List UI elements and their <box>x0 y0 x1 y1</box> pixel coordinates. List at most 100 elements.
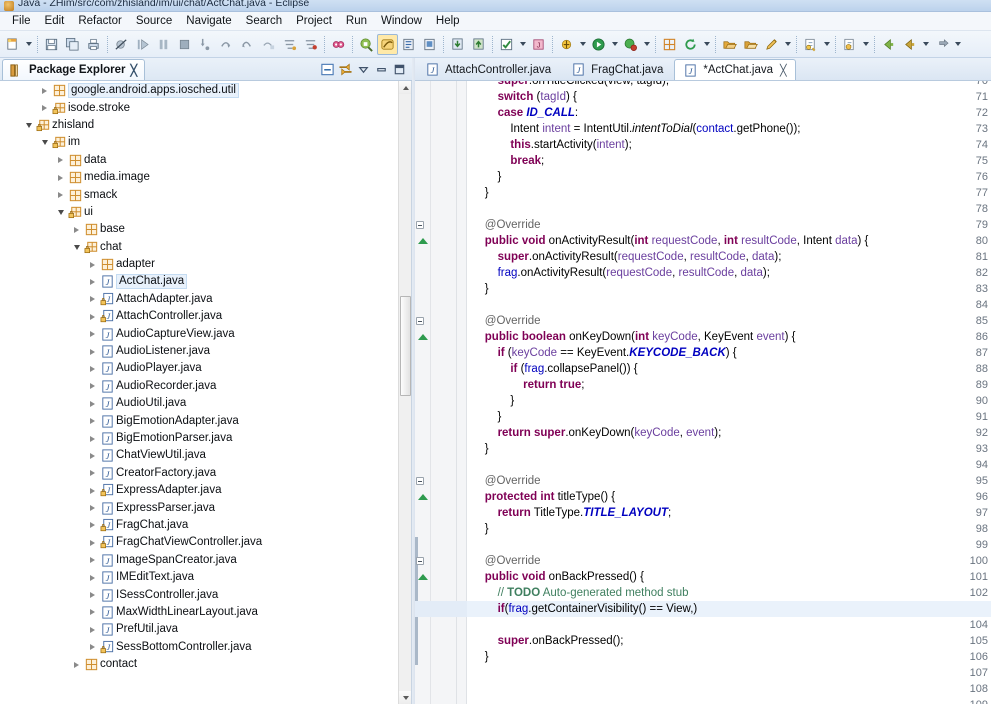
code-line[interactable] <box>467 681 991 697</box>
use-step-filters-button[interactable] <box>279 34 300 55</box>
tree-item[interactable]: J MaxWidthLinearLayout.java <box>0 604 398 621</box>
code-line[interactable]: @Override <box>467 217 991 233</box>
chevron-right-icon[interactable] <box>86 452 99 459</box>
refresh-dropdown-arrow[interactable] <box>701 34 712 55</box>
code-line[interactable]: } <box>467 649 991 665</box>
menu-item-help[interactable]: Help <box>429 13 467 29</box>
tree-item[interactable]: J AttachController.java <box>0 308 398 325</box>
step-filter-alt-button[interactable] <box>300 34 321 55</box>
editor-code-area[interactable]: super.onTitleClicked(view, tagId); switc… <box>467 81 991 704</box>
run-dropdown-arrow[interactable] <box>609 34 620 55</box>
menu-item-file[interactable]: File <box>5 13 38 29</box>
open-task-button[interactable] <box>719 34 740 55</box>
chevron-right-icon[interactable] <box>86 505 99 512</box>
tree-item[interactable]: isode.stroke <box>0 99 398 116</box>
tree-item[interactable]: J ImageSpanCreator.java <box>0 552 398 569</box>
code-line[interactable]: public void onBackPressed() { <box>467 569 991 585</box>
code-line[interactable]: // TODO Auto-generated method stub <box>467 585 991 601</box>
step-over-button[interactable] <box>216 34 237 55</box>
code-line[interactable]: } <box>467 185 991 201</box>
run-button[interactable] <box>588 34 609 55</box>
skip-breakpoints-button[interactable] <box>111 34 132 55</box>
package-explorer-scrollbar[interactable] <box>398 81 411 704</box>
chevron-right-icon[interactable] <box>86 418 99 425</box>
close-icon[interactable]: ╳ <box>780 64 787 77</box>
code-line[interactable]: } <box>467 281 991 297</box>
new-android-project-button[interactable] <box>419 34 440 55</box>
editor-tab[interactable]: J FragChat.java <box>562 59 672 80</box>
next-annotation-button[interactable] <box>800 34 821 55</box>
debug-button[interactable] <box>556 34 577 55</box>
code-line[interactable]: Intent intent = IntentUtil.intentToDial(… <box>467 121 991 137</box>
code-line[interactable]: frag.onActivityResult(requestCode, resul… <box>467 265 991 281</box>
tree-item[interactable]: adapter <box>0 256 398 273</box>
code-line[interactable] <box>467 457 991 473</box>
tree-item[interactable]: J FragChat.java <box>0 517 398 534</box>
tree-item[interactable]: J AudioPlayer.java <box>0 360 398 377</box>
step-into-button[interactable] <box>195 34 216 55</box>
chevron-right-icon[interactable] <box>86 470 99 477</box>
open-type-button[interactable]: J <box>528 34 549 55</box>
menu-item-source[interactable]: Source <box>129 13 179 29</box>
menu-item-edit[interactable]: Edit <box>38 13 72 29</box>
chevron-right-icon[interactable] <box>86 296 99 303</box>
tree-item[interactable]: zhisland <box>0 117 398 134</box>
tree-item[interactable]: J AudioRecorder.java <box>0 378 398 395</box>
tree-item[interactable]: J ISessController.java <box>0 586 398 603</box>
code-line[interactable]: case ID_CALL: <box>467 105 991 121</box>
import-button[interactable] <box>447 34 468 55</box>
back-button[interactable] <box>878 34 899 55</box>
code-line[interactable]: public boolean onKeyDown(int keyCode, Ke… <box>467 329 991 345</box>
tree-item[interactable]: J IMEditText.java <box>0 569 398 586</box>
tree-item[interactable]: J AudioListener.java <box>0 343 398 360</box>
chevron-right-icon[interactable] <box>38 87 51 94</box>
chevron-right-icon[interactable] <box>86 313 99 320</box>
view-menu-button[interactable] <box>356 62 371 77</box>
android-avd-manager-button[interactable] <box>377 33 398 55</box>
chevron-right-icon[interactable] <box>86 626 99 633</box>
code-line[interactable] <box>467 665 991 681</box>
resume-button[interactable] <box>132 34 153 55</box>
previous-annotation-button[interactable] <box>839 34 860 55</box>
save-button[interactable] <box>41 34 62 55</box>
code-line[interactable]: } <box>467 169 991 185</box>
menu-item-search[interactable]: Search <box>239 13 289 29</box>
code-line[interactable]: return true; <box>467 377 991 393</box>
close-icon[interactable]: ╳ <box>131 64 138 77</box>
check-dropdown-arrow[interactable] <box>517 34 528 55</box>
chevron-right-icon[interactable] <box>54 174 67 181</box>
chevron-right-icon[interactable] <box>54 192 67 199</box>
tree-item[interactable]: media.image <box>0 169 398 186</box>
open-folder-button[interactable] <box>740 34 761 55</box>
suspend-button[interactable] <box>153 34 174 55</box>
menu-item-navigate[interactable]: Navigate <box>179 13 238 29</box>
code-line[interactable]: break; <box>467 153 991 169</box>
code-line[interactable]: } <box>467 521 991 537</box>
chevron-right-icon[interactable] <box>86 348 99 355</box>
tree-item[interactable]: contact <box>0 656 398 673</box>
chevron-right-icon[interactable] <box>86 522 99 529</box>
scroll-up-button[interactable] <box>399 81 411 94</box>
package-explorer-tree[interactable]: google.android.apps.iosched.util isode.st… <box>0 81 398 704</box>
package-explorer-tab[interactable]: Package Explorer ╳ <box>2 59 146 80</box>
refresh-button[interactable] <box>680 34 701 55</box>
tree-item[interactable]: J FragChatViewController.java <box>0 534 398 551</box>
fold-collapse-icon[interactable] <box>416 477 424 485</box>
tree-item[interactable]: J PrefUtil.java <box>0 621 398 638</box>
search-button[interactable] <box>761 34 782 55</box>
menu-item-refactor[interactable]: Refactor <box>71 13 128 29</box>
chevron-down-icon[interactable] <box>70 244 83 250</box>
menu-item-run[interactable]: Run <box>339 13 374 29</box>
forward-button[interactable] <box>931 34 952 55</box>
step-return-button[interactable] <box>237 34 258 55</box>
chevron-right-icon[interactable] <box>86 487 99 494</box>
chevron-right-icon[interactable] <box>86 278 99 285</box>
code-line[interactable]: super.onBackPressed(); <box>467 633 991 649</box>
new-wizard-button[interactable] <box>2 34 23 55</box>
android-sdk-manager-button[interactable] <box>356 34 377 55</box>
code-line[interactable]: if (frag.collapsePanel()) { <box>467 361 991 377</box>
menu-item-window[interactable]: Window <box>374 13 429 29</box>
chevron-right-icon[interactable] <box>86 331 99 338</box>
new-java-package-button[interactable] <box>659 34 680 55</box>
tree-item[interactable]: google.android.apps.iosched.util <box>0 82 398 99</box>
